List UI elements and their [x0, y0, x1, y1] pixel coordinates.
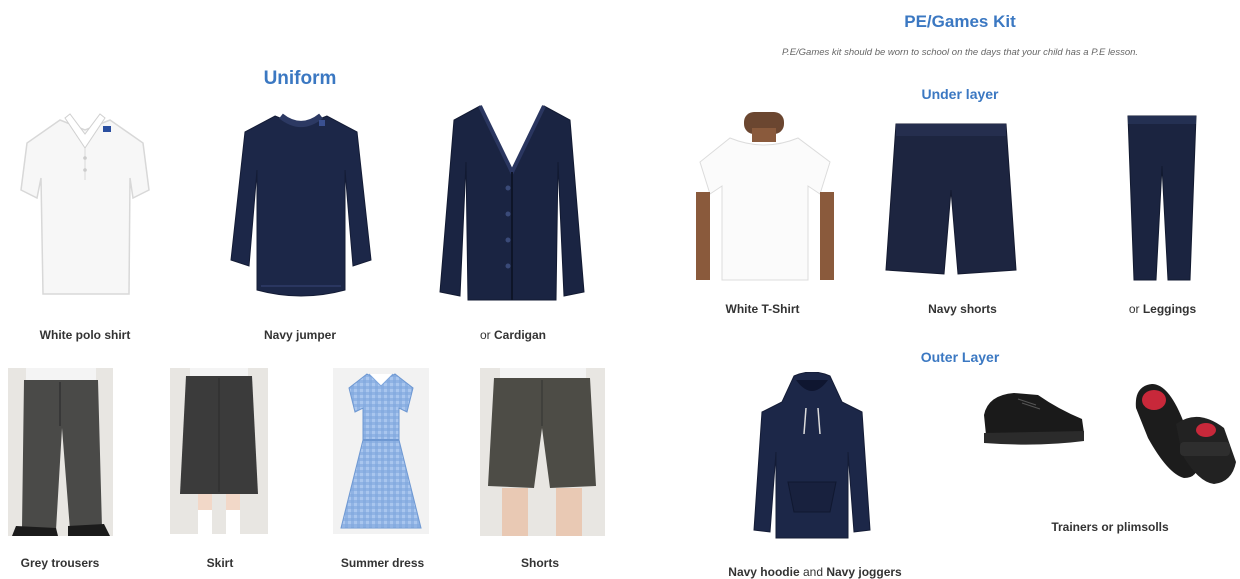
navy-leggings-image	[1118, 114, 1204, 282]
pe-kit-note: P.E/Games kit should be worn to school o…	[781, 47, 1139, 58]
uniform-caption-5: Skirt	[170, 556, 270, 570]
pe-kit-heading: PE/Games Kit	[904, 12, 1016, 31]
caption-label: Leggings	[1142, 302, 1197, 316]
blue-gingham-dress-image	[333, 368, 429, 534]
joggers-label: Navy joggers	[826, 565, 902, 579]
caption-label: Navy jumper	[263, 328, 337, 342]
uniform-caption-3: or Cardigan	[479, 328, 547, 342]
caption-label: Navy shorts	[928, 302, 997, 316]
caption-label: Summer dress	[340, 556, 425, 570]
caption-label: Skirt	[206, 556, 234, 570]
caption-label: Grey trousers	[20, 556, 100, 570]
outer-caption-hoodie: Navy hoodie and Navy joggers	[728, 565, 902, 579]
navy-cardigan-image	[436, 102, 588, 304]
under-caption-2: Navy shorts	[900, 302, 1025, 316]
under-layer-heading: Under layer	[921, 86, 999, 102]
black-trainers-image	[978, 385, 1088, 449]
uniform-caption-1: White polo shirt	[10, 328, 160, 342]
caption-label: Cardigan	[494, 328, 547, 342]
outer-layer-heading: Outer Layer	[920, 349, 1000, 365]
white-polo-shirt-image	[15, 108, 155, 300]
outer-caption-shoes: Trainers or plimsolls	[1030, 520, 1190, 534]
navy-jumper-image	[225, 110, 377, 302]
caption-label: White T-Shirt	[725, 302, 800, 316]
navy-shorts-image	[884, 120, 1018, 280]
caption-label: Shorts	[520, 556, 559, 570]
uniform-caption-7: Shorts	[490, 556, 590, 570]
white-tshirt-image	[690, 112, 840, 284]
uniform-caption-2: Navy jumper	[225, 328, 375, 342]
navy-hoodie-image	[750, 372, 874, 542]
uniform-caption-6: Summer dress	[325, 556, 440, 570]
grey-skirt-image	[170, 368, 268, 534]
uniform-heading: Uniform	[263, 68, 337, 89]
shoes-label: Trainers or plimsolls	[1051, 520, 1169, 534]
black-plimsolls-image	[1128, 378, 1240, 490]
under-caption-3: or Leggings	[1128, 302, 1197, 316]
grey-trousers-image	[8, 368, 113, 536]
caption-label: White polo shirt	[39, 328, 131, 342]
under-caption-1: White T-Shirt	[700, 302, 825, 316]
hoodie-label: Navy hoodie	[728, 565, 800, 579]
grey-shorts-image	[480, 368, 605, 536]
uniform-caption-4: Grey trousers	[0, 556, 120, 570]
